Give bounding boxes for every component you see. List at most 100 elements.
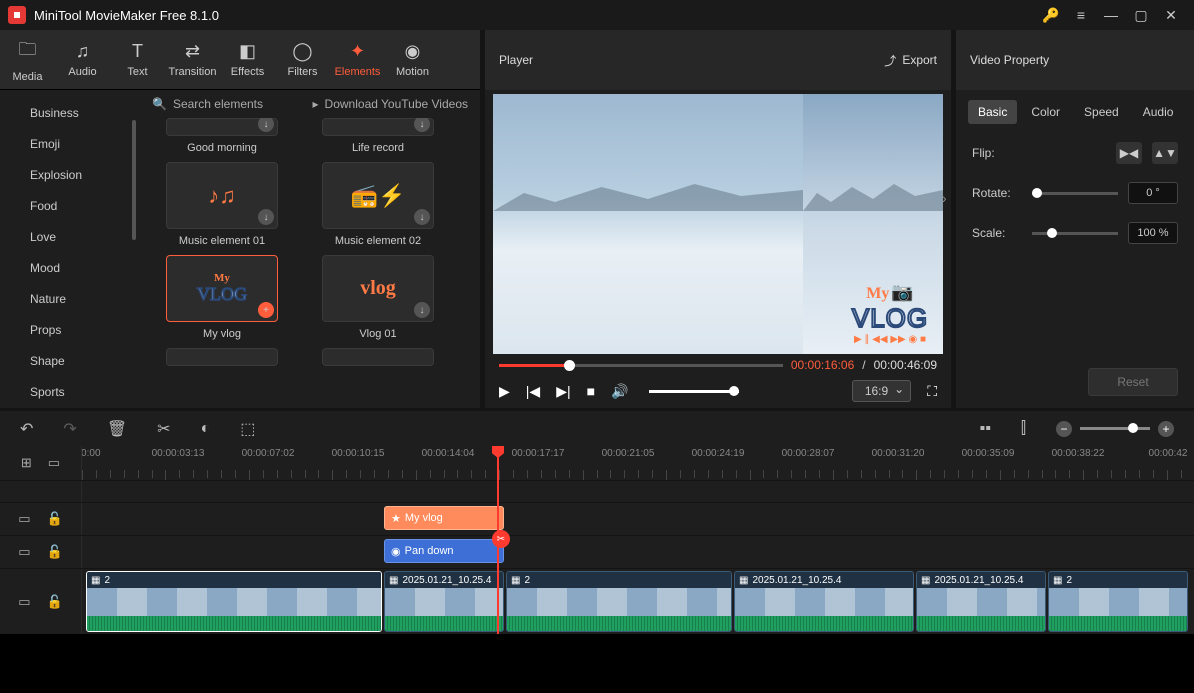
play-button[interactable]: ▶ bbox=[499, 383, 510, 400]
category-mood[interactable]: Mood bbox=[30, 253, 140, 284]
element-track[interactable]: ★ My vlog bbox=[82, 503, 1194, 535]
tab-media[interactable]: 🗀Media bbox=[0, 30, 55, 89]
image-icon: ▦ bbox=[921, 575, 930, 586]
volume-icon[interactable]: 🔊 bbox=[611, 383, 628, 400]
prop-tab-color[interactable]: Color bbox=[1021, 100, 1070, 124]
category-food[interactable]: Food bbox=[30, 191, 140, 222]
video-clip-4[interactable]: ▦2025.01.21_10.25.4 bbox=[734, 571, 914, 632]
prop-tab-basic[interactable]: Basic bbox=[968, 100, 1017, 124]
element-partial[interactable] bbox=[158, 348, 286, 366]
video-clip-5[interactable]: ▦2025.01.21_10.25.4 bbox=[916, 571, 1046, 632]
track-lock-icon[interactable]: 🔓 bbox=[47, 511, 63, 527]
fullscreen-button[interactable]: ⛶ bbox=[927, 383, 937, 400]
menu-icon[interactable]: ≡ bbox=[1066, 0, 1096, 30]
rotate-slider[interactable] bbox=[1032, 192, 1118, 195]
motion-clip-pan-down[interactable]: ◉ Pan down bbox=[384, 539, 504, 563]
motion-track[interactable]: ◉ Pan down ✂ bbox=[82, 536, 1194, 568]
video-clip-3[interactable]: ▦2 bbox=[506, 571, 732, 632]
tab-transition[interactable]: ⇄Transition bbox=[165, 30, 220, 89]
stop-button[interactable]: ■ bbox=[587, 383, 595, 399]
add-icon: + bbox=[258, 302, 274, 318]
tab-elements[interactable]: ✦Elements bbox=[330, 30, 385, 89]
element-partial[interactable] bbox=[314, 348, 442, 366]
category-shape[interactable]: Shape bbox=[30, 346, 140, 377]
minimize-button[interactable]: — bbox=[1096, 0, 1126, 30]
close-button[interactable]: ✕ bbox=[1156, 0, 1186, 30]
tab-effects[interactable]: ◧Effects bbox=[220, 30, 275, 89]
elements-panel: Business Emoji Explosion Food Love Mood … bbox=[0, 90, 480, 408]
category-explosion[interactable]: Explosion bbox=[30, 160, 140, 191]
export-button[interactable]: ⤴ Export bbox=[884, 52, 937, 69]
track-visibility-icon[interactable]: ▭ bbox=[18, 544, 30, 560]
prop-tab-audio[interactable]: Audio bbox=[1133, 100, 1184, 124]
zoom-in-button[interactable]: + bbox=[1158, 421, 1174, 437]
aspect-ratio-select[interactable]: 16:9 bbox=[852, 380, 911, 402]
element-life-record[interactable]: ↓ Life record bbox=[314, 118, 442, 154]
player-preview[interactable]: My📷 VLOG ▶ ∥ ◀◀ ▶▶ ◉ ■ bbox=[493, 94, 943, 354]
tab-motion[interactable]: ◉Motion bbox=[385, 30, 440, 89]
seek-bar[interactable] bbox=[499, 364, 783, 367]
track-visibility-icon[interactable]: ▭ bbox=[18, 511, 30, 527]
timeline-ruler[interactable]: 00:0000:00:03:1300:00:07:0200:00:10:1500… bbox=[82, 446, 1194, 480]
upgrade-key-icon[interactable]: 🔑 bbox=[1036, 0, 1066, 30]
zoom-out-button[interactable]: − bbox=[1056, 421, 1072, 437]
category-business[interactable]: Business bbox=[30, 98, 140, 129]
video-track[interactable]: ▦2 ▦2025.01.21_10.25.4 ▦2 ▦2025.01.21_10… bbox=[82, 569, 1194, 634]
download-icon: ↓ bbox=[414, 209, 430, 225]
video-clip-6[interactable]: ▦2 bbox=[1048, 571, 1188, 632]
flip-horizontal-button[interactable]: ▶◀ bbox=[1116, 142, 1142, 164]
rotate-value[interactable]: 0 ° bbox=[1128, 182, 1178, 204]
tab-audio[interactable]: ♫Audio bbox=[55, 30, 110, 89]
track-visibility-icon[interactable]: ▭ bbox=[18, 594, 30, 610]
clip-count: 2 bbox=[104, 575, 110, 586]
element-clip-my-vlog[interactable]: ★ My vlog bbox=[384, 506, 504, 530]
download-youtube-link[interactable]: ▸ Download YouTube Videos bbox=[313, 97, 468, 111]
video-clip-1[interactable]: ▦2 bbox=[86, 571, 382, 632]
collapse-chevron-icon[interactable]: › bbox=[942, 190, 947, 206]
tab-text[interactable]: TText bbox=[110, 30, 165, 89]
split-indicator-icon[interactable]: ✂ bbox=[492, 530, 510, 548]
category-emoji[interactable]: Emoji bbox=[30, 129, 140, 160]
zoom-slider[interactable] bbox=[1080, 427, 1150, 430]
delete-button[interactable]: 🗑 bbox=[107, 419, 127, 439]
add-track-button[interactable]: ⊞ bbox=[21, 455, 32, 471]
element-good-morning[interactable]: ↓ Good morning bbox=[158, 118, 286, 154]
crop-button[interactable]: ⬚ bbox=[240, 419, 255, 439]
volume-slider[interactable] bbox=[649, 390, 739, 393]
element-my-vlog[interactable]: MyVLOG + My vlog bbox=[158, 255, 286, 340]
fit-timeline-button[interactable]: ▪▪ bbox=[980, 420, 991, 438]
speed-button[interactable]: ◐ bbox=[201, 420, 211, 438]
search-elements[interactable]: 🔍 Search elements bbox=[152, 97, 293, 111]
search-placeholder: Search elements bbox=[173, 97, 263, 111]
reset-button[interactable]: Reset bbox=[1088, 368, 1178, 396]
scale-slider[interactable] bbox=[1032, 232, 1118, 235]
timeline-mode-button[interactable]: ⫿ bbox=[1021, 420, 1026, 438]
tab-filters[interactable]: ◯Filters bbox=[275, 30, 330, 89]
category-sports[interactable]: Sports bbox=[30, 377, 140, 408]
category-nature[interactable]: Nature bbox=[30, 284, 140, 315]
track-lock-icon[interactable]: 🔓 bbox=[47, 544, 63, 560]
category-props[interactable]: Props bbox=[30, 315, 140, 346]
tab-media-label: Media bbox=[13, 71, 43, 83]
track-lock-icon[interactable]: 🔓 bbox=[47, 594, 63, 610]
scale-value[interactable]: 100 % bbox=[1128, 222, 1178, 244]
redo-button[interactable]: ↷ bbox=[63, 419, 76, 439]
prop-tab-speed[interactable]: Speed bbox=[1074, 100, 1129, 124]
category-love[interactable]: Love bbox=[30, 222, 140, 253]
next-frame-button[interactable]: ▶| bbox=[556, 383, 570, 400]
prev-frame-button[interactable]: |◀ bbox=[526, 383, 540, 400]
track-display-button[interactable]: ▭ bbox=[48, 455, 60, 471]
maximize-button[interactable]: ▢ bbox=[1126, 0, 1156, 30]
video-clip-2[interactable]: ▦2025.01.21_10.25.4 bbox=[384, 571, 504, 632]
element-music-02[interactable]: 📻⚡↓ Music element 02 bbox=[314, 162, 442, 247]
flip-vertical-button[interactable]: ▲▼ bbox=[1152, 142, 1178, 164]
undo-button[interactable]: ↶ bbox=[20, 419, 33, 439]
app-icon bbox=[8, 6, 26, 24]
image-icon: ▦ bbox=[739, 575, 748, 586]
download-icon: ↓ bbox=[414, 302, 430, 318]
element-music-01[interactable]: ♪♫↓ Music element 01 bbox=[158, 162, 286, 247]
export-label: Export bbox=[902, 53, 937, 67]
element-vlog-01[interactable]: vlog↓ Vlog 01 bbox=[314, 255, 442, 340]
category-scrollbar[interactable] bbox=[132, 120, 136, 240]
split-button[interactable]: ✂ bbox=[157, 419, 170, 439]
